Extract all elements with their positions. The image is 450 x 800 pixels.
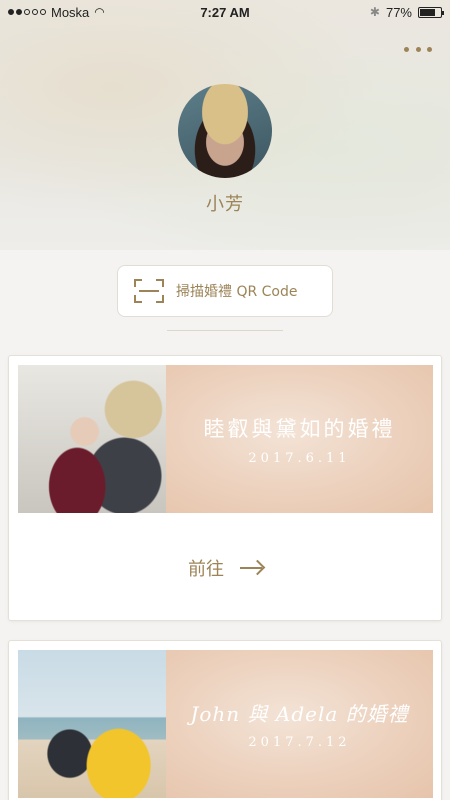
wedding-card[interactable]: 睦叡與黛如的婚禮 2017.6.11 前往 [8,355,442,621]
scan-qr-button[interactable]: 掃描婚禮 QR Code [117,265,333,317]
wedding-card[interactable]: John 與 Adela 的婚禮 2017.7.12 [8,640,442,800]
wedding-title: 睦叡與黛如的婚禮 [203,416,396,441]
wifi-icon: ◠ [94,5,105,19]
wedding-title-area: John 與 Adela 的婚禮 2017.7.12 [166,650,433,798]
wedding-banner[interactable]: 睦叡與黛如的婚禮 2017.6.11 [18,365,433,513]
user-name: 小芳 [206,194,244,215]
more-dot-icon [404,46,409,52]
more-dot-icon [427,46,432,52]
couple-photo [18,365,166,513]
wedding-title: John 與 Adela 的婚禮 [190,702,409,726]
wedding-date: 2017.7.12 [248,735,351,750]
bluetooth-icon: ✱ [369,5,380,19]
avatar[interactable] [178,84,272,178]
more-options-button[interactable] [404,42,432,56]
arrow-right-icon [240,559,266,576]
more-dot-icon [415,46,421,52]
carrier-name: Moska [51,4,90,20]
battery-icon [418,6,444,18]
wedding-date: 2017.6.11 [248,450,351,466]
battery-percent: 77% [385,4,412,20]
couple-photo [18,650,166,798]
wedding-title-area: 睦叡與黛如的婚禮 2017.6.11 [166,365,433,513]
scan-qr-label: 掃描婚禮 QR Code [176,284,298,300]
wedding-banner[interactable]: John 與 Adela 的婚禮 2017.7.12 [18,650,433,798]
status-bar: Moska ◠ 7:27 AM ✱ 77% [0,0,450,24]
divider [167,330,283,331]
status-time: 7:27 AM [200,4,250,20]
profile-header: 小芳 [0,0,450,250]
go-button[interactable]: 前往 [9,548,443,588]
go-label: 前往 [188,559,224,580]
qr-scan-icon [134,279,164,303]
signal-strength-icon [8,9,46,15]
